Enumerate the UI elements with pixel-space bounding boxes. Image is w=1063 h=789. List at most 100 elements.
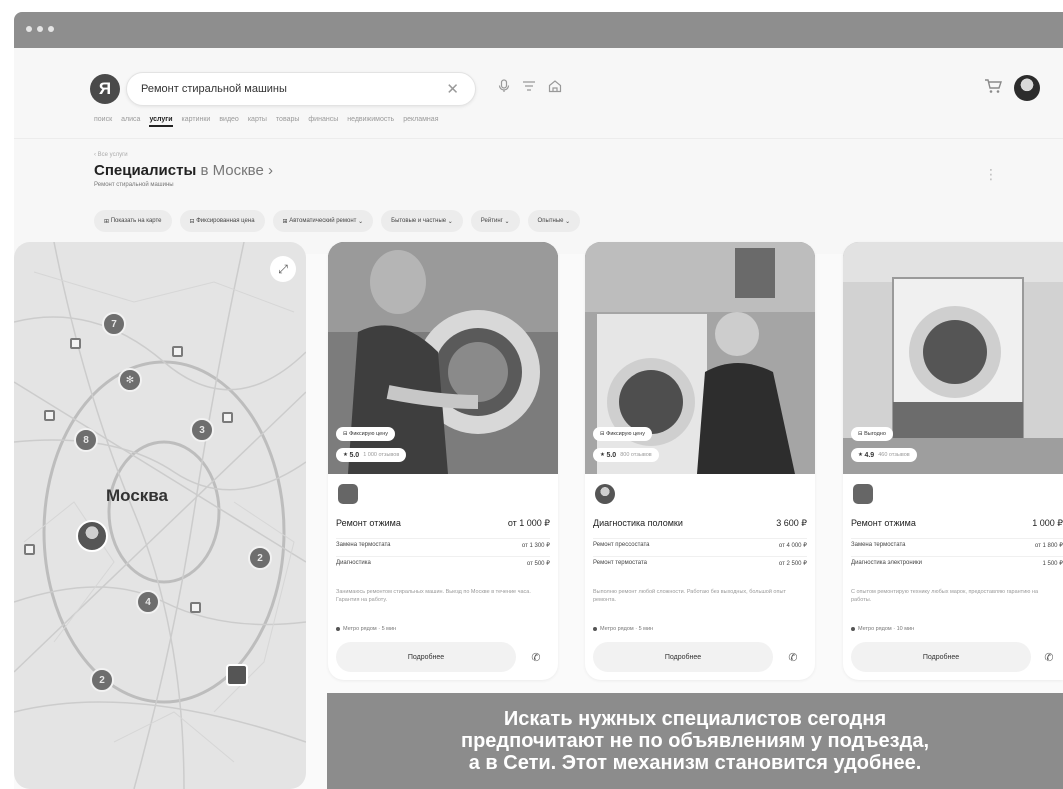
specialist-avatar-marker[interactable]: [76, 520, 108, 552]
service-name: Ремонт термостата: [593, 560, 647, 566]
provider-info[interactable]: [853, 484, 873, 504]
badge-label: Фиксирую цену: [606, 431, 646, 437]
filter-auto-repair[interactable]: ⊞ Автоматический ремонт ⌄: [272, 210, 374, 232]
tab-realty[interactable]: недвижимость: [347, 116, 394, 127]
page-title-main: Специалисты: [94, 162, 197, 179]
fixed-price-badge: ⊟ Выгодно: [851, 427, 893, 441]
tab-alice[interactable]: алиса: [121, 116, 140, 127]
page-subtitle: Ремонт стиральной машины: [94, 182, 174, 188]
specialist-card[interactable]: ⊟ Фиксирую цену ★ 5.0 1 000 отзывов Ремон…: [328, 242, 558, 680]
map-marker[interactable]: [222, 412, 233, 423]
caption-line: Искать нужных специалистов сегодня: [503, 708, 887, 730]
metro-icon: [336, 626, 340, 631]
rating-value: 4.9: [864, 451, 875, 459]
service-row[interactable]: Замена термостата от 1 300 ₽: [336, 538, 550, 549]
tab-video[interactable]: видео: [219, 116, 239, 127]
chevron-down-icon: ⌄: [446, 218, 453, 225]
service-price: от 1 800 ₽: [1034, 543, 1063, 549]
chevron-down-icon: ⌄: [356, 218, 364, 225]
maximize-dot-icon[interactable]: [48, 26, 54, 32]
filter-type[interactable]: Бытовые и частные ⌄: [381, 210, 463, 232]
rating-badge[interactable]: ★ 4.9 460 отзывов: [851, 448, 917, 462]
metro-icon: [593, 626, 597, 631]
home-icon[interactable]: [548, 79, 562, 96]
card-photo: ⊟ Фиксирую цену ★ 5.0 1 000 отзывов: [328, 242, 558, 474]
phone-icon[interactable]: ✆: [1035, 642, 1063, 672]
tab-search[interactable]: поиск: [94, 116, 112, 127]
service-row[interactable]: Ремонт термостата от 2 500 ₽: [593, 556, 807, 567]
yandex-logo-icon[interactable]: Я: [90, 74, 120, 104]
cart-icon[interactable]: [984, 78, 1002, 99]
map-marker[interactable]: [70, 338, 81, 349]
details-button[interactable]: Подробнее: [336, 642, 516, 672]
map-marker[interactable]: [24, 544, 35, 555]
service-row[interactable]: Замена термостата от 1 800 ₽: [851, 538, 1063, 549]
service-price: 1 500 ₽: [1042, 561, 1063, 567]
phone-icon[interactable]: ✆: [522, 642, 550, 672]
details-button[interactable]: Подробнее: [593, 642, 773, 672]
filter-show-on-map[interactable]: ⊞ Показать на карте: [94, 210, 172, 232]
rating-badge[interactable]: ★ 5.0 1 000 отзывов: [336, 448, 407, 462]
filter-rating[interactable]: Рейтинг ⌄: [470, 210, 520, 232]
tab-more[interactable]: рекламная: [403, 116, 438, 127]
tab-services[interactable]: услуги: [149, 116, 173, 127]
main-service-row[interactable]: Ремонт отжима от 1 000 ₽: [336, 518, 550, 528]
card-description: Занимаюсь ремонтом стиральных машин. Вые…: [336, 589, 531, 603]
close-dot-icon[interactable]: [26, 26, 32, 32]
company-logo-marker[interactable]: [226, 664, 248, 686]
tab-maps[interactable]: карты: [248, 116, 267, 127]
search-input[interactable]: Ремонт стиральной машины ✕: [126, 72, 476, 106]
main-service-row[interactable]: Ремонт отжима 1 000 ₽: [851, 518, 1063, 528]
specialist-card[interactable]: ⊟ Выгодно ★ 4.9 460 отзывов Ремонт отжима…: [843, 242, 1063, 680]
details-button[interactable]: Подробнее: [851, 642, 1031, 672]
metro-icon: [851, 626, 855, 631]
rating-badge[interactable]: ★ 5.0 800 отзывов: [593, 448, 659, 462]
expand-map-icon[interactable]: ⤢: [270, 256, 296, 282]
map-marker[interactable]: [44, 410, 55, 421]
map-marker[interactable]: [190, 602, 201, 613]
badge-label: Выгодно: [864, 431, 886, 437]
map-pin[interactable]: 8: [74, 428, 98, 452]
chevron-down-icon: ⌄: [563, 218, 571, 225]
filter-fixed-price[interactable]: ⊟ Фиксированная цена: [179, 210, 265, 232]
map-marker[interactable]: [172, 346, 183, 357]
service-row[interactable]: Диагностика от 500 ₽: [336, 556, 550, 567]
user-avatar[interactable]: [1014, 75, 1040, 101]
filter-experience[interactable]: Опытные ⌄: [527, 210, 581, 232]
tab-images[interactable]: картинки: [182, 116, 211, 127]
map-pin[interactable]: 3: [190, 418, 214, 442]
filter-icon[interactable]: [522, 79, 536, 96]
breadcrumb[interactable]: ‹ Все услуги: [94, 152, 128, 158]
phone-icon[interactable]: ✆: [779, 642, 807, 672]
city-selector[interactable]: в Москве: [196, 162, 263, 179]
service-name: Диагностика: [336, 560, 371, 566]
service-price: от 4 000 ₽: [778, 543, 807, 549]
meta-text: Метро рядом · 10 мин: [858, 626, 915, 632]
chevron-right-icon[interactable]: ›: [264, 162, 273, 179]
window-controls[interactable]: [26, 26, 54, 32]
provider-info[interactable]: [338, 484, 358, 504]
clear-icon[interactable]: ✕: [446, 80, 459, 98]
map-pin[interactable]: 2: [90, 668, 114, 692]
map-panel[interactable]: ⤢ Москва 7 ✻ 3 8 2 4 2: [14, 242, 306, 789]
service-price: от 2 500 ₽: [778, 561, 807, 567]
map-pin[interactable]: 4: [136, 590, 160, 614]
search-query[interactable]: Ремонт стиральной машины: [141, 83, 287, 95]
tab-finance[interactable]: финансы: [308, 116, 338, 127]
microphone-icon[interactable]: [498, 79, 510, 96]
specialist-card[interactable]: ⊟ Фиксирую цену ★ 5.0 800 отзывов Диагнос…: [585, 242, 815, 680]
minimize-dot-icon[interactable]: [37, 26, 43, 32]
main-service-row[interactable]: Диагностика поломки 3 600 ₽: [593, 518, 807, 528]
map-pin[interactable]: 7: [102, 312, 126, 336]
service-row[interactable]: Диагностика электроники 1 500 ₽: [851, 556, 1063, 567]
service-row[interactable]: Ремонт прессостата от 4 000 ₽: [593, 538, 807, 549]
map-pin[interactable]: 2: [248, 546, 272, 570]
filter-chips: ⊞ Показать на карте ⊟ Фиксированная цена…: [94, 210, 581, 232]
more-options-icon[interactable]: ⋮: [984, 166, 998, 183]
badge-label: Фиксирую цену: [349, 431, 389, 437]
tab-goods[interactable]: товары: [276, 116, 299, 127]
filter-label: Показать на карте: [110, 218, 162, 224]
map-icon: ⊞: [104, 218, 111, 225]
provider-info[interactable]: [595, 484, 615, 504]
map-pin-icon[interactable]: ✻: [118, 368, 142, 392]
